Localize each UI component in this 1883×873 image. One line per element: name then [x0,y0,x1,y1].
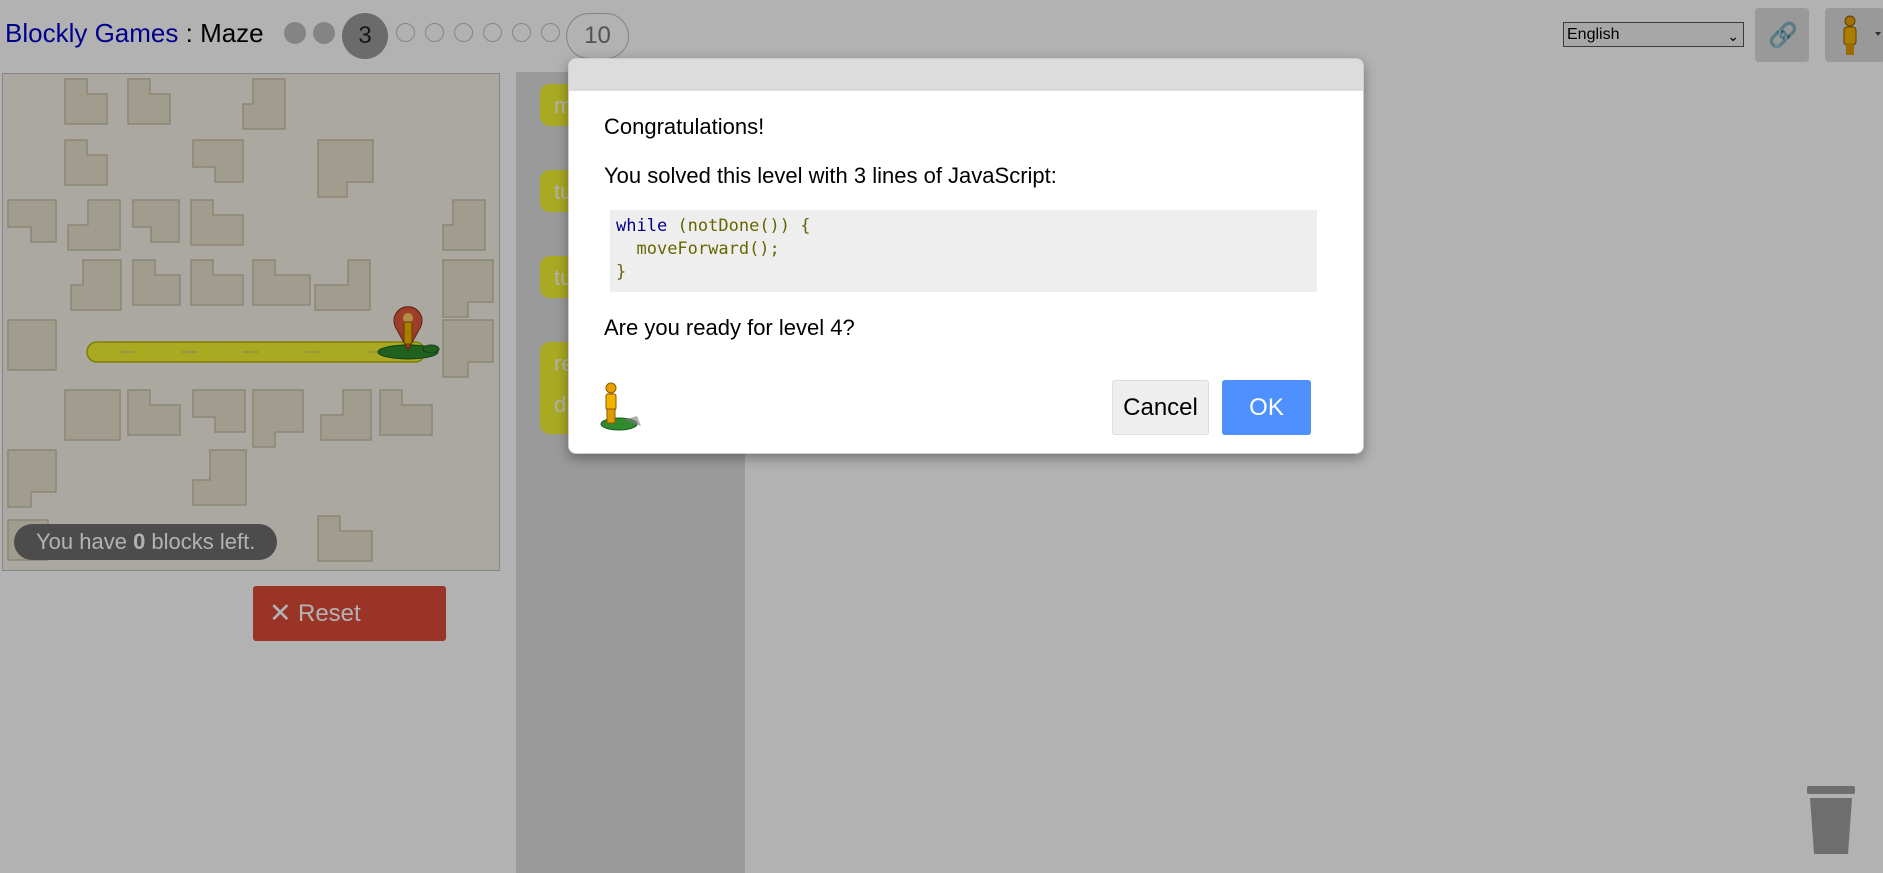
code-line-3: } [616,262,627,282]
code-line-2: moveForward(); [636,239,780,259]
congrats-heading: Congratulations! [604,114,765,139]
code-block: while (notDone()) { moveForward(); } [610,210,1317,292]
dialog-title-bar[interactable] [569,59,1363,91]
code-line-1: (notDone()) { [677,216,811,236]
cancel-button[interactable]: Cancel [1112,380,1209,435]
ok-button[interactable]: OK [1222,380,1311,435]
congratulations-dialog: Congratulations! You solved this level w… [568,58,1364,454]
solved-message: You solved this level with 3 lines of Ja… [604,163,1057,188]
ready-message: Are you ready for level 4? [604,315,855,340]
pegman-icon [600,382,641,431]
code-keyword: while [616,216,668,236]
